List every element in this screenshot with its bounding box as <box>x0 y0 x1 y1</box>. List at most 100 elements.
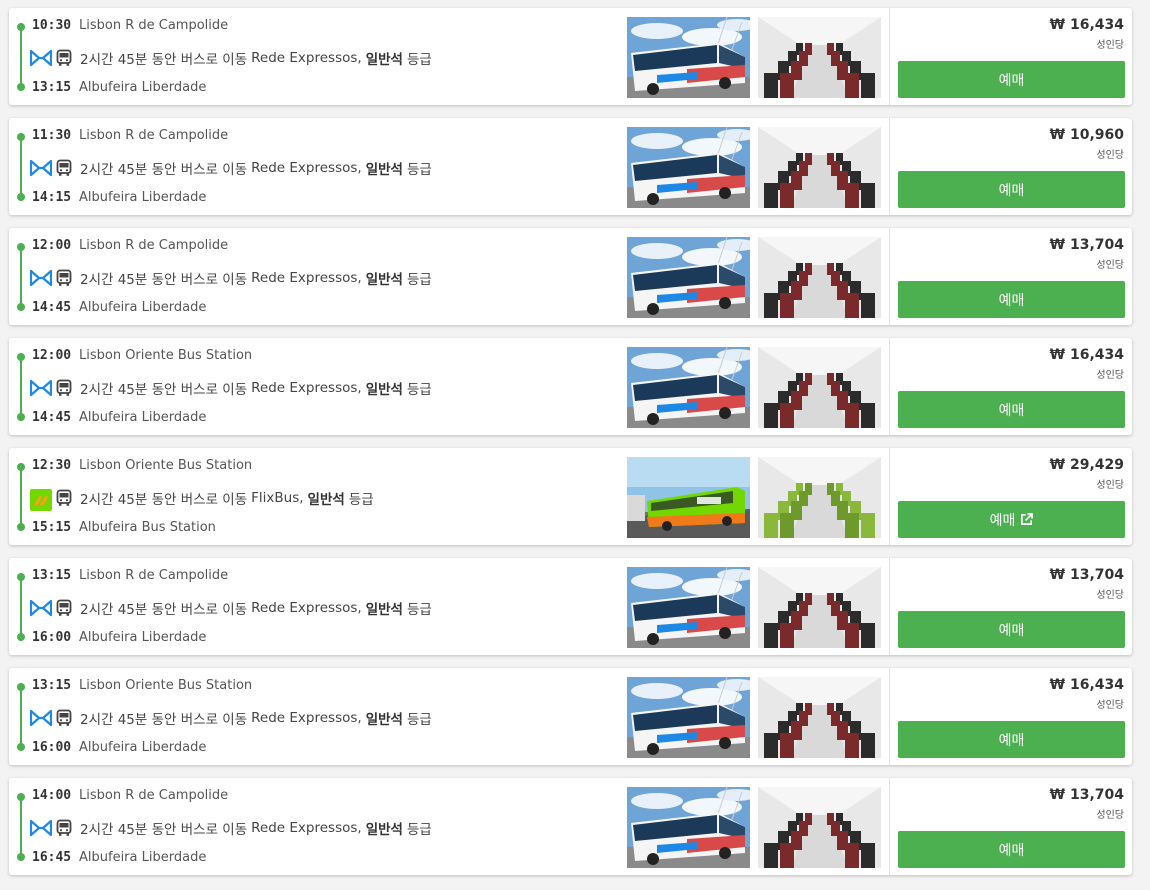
trip-duration: 2시간 45분 동안 버스로 이동 <box>80 602 248 618</box>
ticket-price: ₩ 16,434 <box>1049 347 1124 363</box>
bus-exterior-photo[interactable] <box>627 237 750 318</box>
seat-class: 일반석 <box>365 602 403 618</box>
arrival-dot <box>17 523 25 531</box>
arrival-dot <box>17 633 25 641</box>
result-card[interactable]: 12:00 Lisbon R de Campolide 2시간 45분 동안 버스로… <box>9 228 1132 325</box>
arrival-row: 13:15 Albufeira Liberdade <box>32 80 206 95</box>
book-button[interactable]: 예매 <box>898 391 1125 428</box>
result-card[interactable]: 12:30 Lisbon Oriente Bus Station 2시간 45분 동… <box>9 448 1132 545</box>
bus-interior-photo[interactable] <box>758 347 881 428</box>
bus-icon <box>56 269 72 287</box>
arrival-row: 16:45 Albufeira Liberdade <box>32 850 206 865</box>
departure-time: 13:15 <box>32 568 72 583</box>
departure-time: 14:00 <box>32 788 72 803</box>
bus-interior-photo[interactable] <box>758 457 881 538</box>
card-divider <box>889 338 890 435</box>
bus-interior-photo[interactable] <box>758 567 881 648</box>
arrival-time: 14:45 <box>32 300 72 315</box>
ticket-price: ₩ 10,960 <box>1049 127 1124 143</box>
per-adult-label: 성인당 <box>1096 700 1124 711</box>
operator-name: Rede Expressos, <box>251 50 362 66</box>
arrival-station: Albufeira Liberdade <box>79 630 207 645</box>
arrival-dot <box>17 193 25 201</box>
arrival-row: 16:00 Albufeira Liberdade <box>32 630 206 645</box>
book-button-label: 예매 <box>998 72 1025 89</box>
departure-time: 11:30 <box>32 128 72 143</box>
book-button-label: 예매 <box>989 512 1016 529</box>
departure-station: Lisbon Oriente Bus Station <box>79 458 253 473</box>
book-button-label: 예매 <box>998 182 1025 199</box>
trip-duration: 2시간 45분 동안 버스로 이동 <box>80 492 248 508</box>
ticket-price: ₩ 13,704 <box>1049 567 1124 583</box>
book-button[interactable]: 예매 <box>898 831 1125 868</box>
departure-dot <box>17 793 25 801</box>
bus-exterior-photo[interactable] <box>627 347 750 428</box>
result-card[interactable]: 14:00 Lisbon R de Campolide 2시간 45분 동안 버스로… <box>9 778 1132 875</box>
ticket-price: ₩ 29,429 <box>1049 457 1124 473</box>
trip-duration: 2시간 45분 동안 버스로 이동 <box>80 712 248 728</box>
rede-expressos-logo <box>30 709 52 727</box>
bus-interior-photo[interactable] <box>758 17 881 98</box>
departure-row: 10:30 Lisbon R de Campolide <box>32 18 228 33</box>
trip-duration: 2시간 45분 동안 버스로 이동 <box>80 272 248 288</box>
timeline-line <box>20 686 22 746</box>
result-card[interactable]: 12:00 Lisbon Oriente Bus Station 2시간 45분 동… <box>9 338 1132 435</box>
operator-name: Rede Expressos, <box>251 270 362 286</box>
result-card[interactable]: 10:30 Lisbon R de Campolide 2시간 45분 동안 버스로… <box>9 8 1132 105</box>
card-divider <box>889 668 890 765</box>
book-button[interactable]: 예매 <box>898 501 1125 538</box>
book-button[interactable]: 예매 <box>898 611 1125 648</box>
timeline-line <box>20 356 22 416</box>
operator-name: FlixBus, <box>251 490 304 506</box>
seat-class: 일반석 <box>365 272 403 288</box>
bus-icon <box>56 709 72 727</box>
trip-duration: 2시간 45분 동안 버스로 이동 <box>80 52 248 68</box>
bus-exterior-photo[interactable] <box>627 567 750 648</box>
result-card[interactable]: 13:15 Lisbon R de Campolide 2시간 45분 동안 버스로… <box>9 558 1132 655</box>
bus-exterior-photo[interactable] <box>627 787 750 868</box>
seat-class-suffix: 등급 <box>406 822 432 838</box>
departure-station: Lisbon Oriente Bus Station <box>79 348 253 363</box>
bus-interior-photo[interactable] <box>758 677 881 758</box>
book-button[interactable]: 예매 <box>898 721 1125 758</box>
timeline-line <box>20 26 22 86</box>
rede-expressos-logo <box>30 269 52 287</box>
bus-interior-photo[interactable] <box>758 787 881 868</box>
bus-exterior-photo[interactable] <box>627 17 750 98</box>
route-timeline <box>17 793 25 861</box>
trip-duration: 2시간 45분 동안 버스로 이동 <box>80 382 248 398</box>
result-card[interactable]: 13:15 Lisbon Oriente Bus Station 2시간 45분 동… <box>9 668 1132 765</box>
card-divider <box>889 118 890 215</box>
book-button[interactable]: 예매 <box>898 61 1125 98</box>
per-adult-label: 성인당 <box>1096 260 1124 271</box>
arrival-dot <box>17 743 25 751</box>
ticket-price: ₩ 16,434 <box>1049 677 1124 693</box>
ticket-price: ₩ 13,704 <box>1049 787 1124 803</box>
bus-icon <box>56 819 72 837</box>
departure-time: 12:00 <box>32 238 72 253</box>
rede-expressos-logo <box>30 599 52 617</box>
bus-exterior-photo[interactable] <box>627 457 750 538</box>
bus-exterior-photo[interactable] <box>627 127 750 208</box>
arrival-dot <box>17 83 25 91</box>
operator-name: Rede Expressos, <box>251 600 362 616</box>
trip-description: 2시간 45분 동안 버스로 이동 Rede Expressos, 일반석 등급 <box>30 598 432 618</box>
seat-class-suffix: 등급 <box>406 382 432 398</box>
seat-class: 일반석 <box>365 52 403 68</box>
bus-interior-photo[interactable] <box>758 237 881 318</box>
bus-interior-photo[interactable] <box>758 127 881 208</box>
arrival-time: 14:15 <box>32 190 72 205</box>
book-button[interactable]: 예매 <box>898 281 1125 318</box>
trip-description: 2시간 45분 동안 버스로 이동 Rede Expressos, 일반석 등급 <box>30 818 432 838</box>
arrival-row: 14:45 Albufeira Liberdade <box>32 300 206 315</box>
book-button[interactable]: 예매 <box>898 171 1125 208</box>
arrival-row: 16:00 Albufeira Liberdade <box>32 740 206 755</box>
result-card[interactable]: 11:30 Lisbon R de Campolide 2시간 45분 동안 버스로… <box>9 118 1132 215</box>
rede-expressos-logo <box>30 159 52 177</box>
departure-dot <box>17 353 25 361</box>
bus-icon <box>56 49 72 67</box>
arrival-time: 13:15 <box>32 80 72 95</box>
bus-exterior-photo[interactable] <box>627 677 750 758</box>
bus-icon <box>56 379 72 397</box>
rede-expressos-logo <box>30 379 52 397</box>
